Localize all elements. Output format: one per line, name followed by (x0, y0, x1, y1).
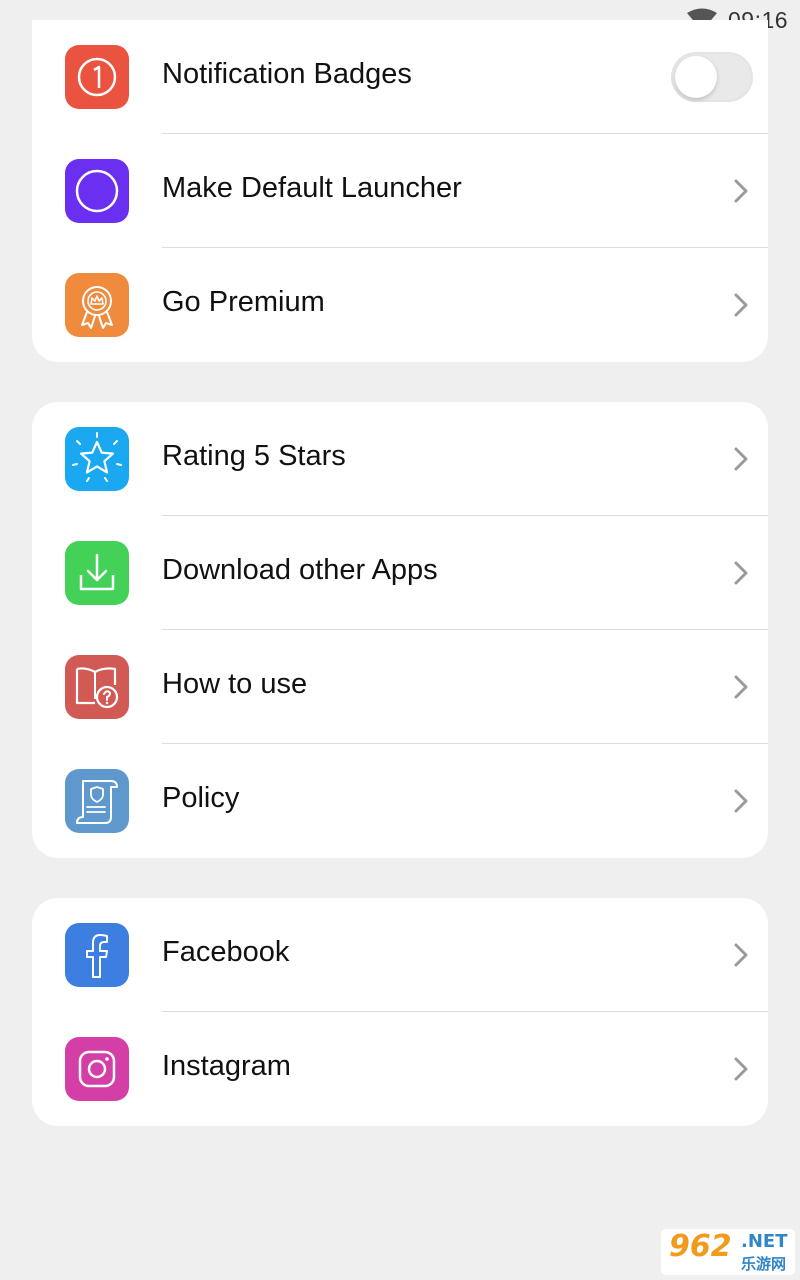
how-to-use-label: How to use (162, 668, 308, 700)
chevron-right-icon (734, 293, 748, 317)
chevron-right-icon (734, 943, 748, 967)
premium-medal-icon (65, 273, 129, 337)
site-watermark: 962 .NET 乐游网 (660, 1228, 796, 1276)
policy-scroll-icon (65, 769, 129, 833)
go-premium-row[interactable]: Go Premium (32, 248, 768, 362)
chevron-right-icon (734, 447, 748, 471)
settings-group-general: Notification Badges Make Default Launche… (32, 20, 768, 362)
star-icon (65, 427, 129, 491)
settings-group-support: Rating 5 Stars Download other Apps How t… (32, 402, 768, 858)
facebook-label: Facebook (162, 936, 290, 968)
notification-badges-row: Notification Badges (32, 20, 768, 134)
watermark-subtitle: 乐游网 (741, 1255, 787, 1273)
toggle-knob (675, 56, 717, 98)
notification-badge-icon (65, 45, 129, 109)
instagram-row[interactable]: Instagram (32, 1012, 768, 1126)
download-icon (65, 541, 129, 605)
chevron-right-icon (734, 675, 748, 699)
instagram-label: Instagram (162, 1050, 291, 1082)
watermark-brand: 962 (669, 1229, 732, 1264)
instagram-icon (65, 1037, 129, 1101)
go-premium-label: Go Premium (162, 286, 325, 318)
download-other-apps-label: Download other Apps (162, 554, 438, 586)
watermark-domain: .NET (741, 1231, 788, 1252)
download-other-apps-row[interactable]: Download other Apps (32, 516, 768, 630)
rating-5-stars-label: Rating 5 Stars (162, 440, 346, 472)
notification-badges-toggle[interactable] (671, 52, 753, 102)
book-question-icon (65, 655, 129, 719)
chevron-right-icon (734, 789, 748, 813)
policy-row[interactable]: Policy (32, 744, 768, 858)
how-to-use-row[interactable]: How to use (32, 630, 768, 744)
make-default-launcher-label: Make Default Launcher (162, 172, 462, 204)
chevron-right-icon (734, 179, 748, 203)
facebook-row[interactable]: Facebook (32, 898, 768, 1012)
chevron-right-icon (734, 561, 748, 585)
make-default-launcher-row[interactable]: Make Default Launcher (32, 134, 768, 248)
policy-label: Policy (162, 782, 240, 814)
notification-badges-label: Notification Badges (162, 58, 412, 90)
facebook-icon (65, 923, 129, 987)
launcher-circle-icon (65, 159, 129, 223)
rating-5-stars-row[interactable]: Rating 5 Stars (32, 402, 768, 516)
settings-group-social: Facebook Instagram (32, 898, 768, 1126)
chevron-right-icon (734, 1057, 748, 1081)
